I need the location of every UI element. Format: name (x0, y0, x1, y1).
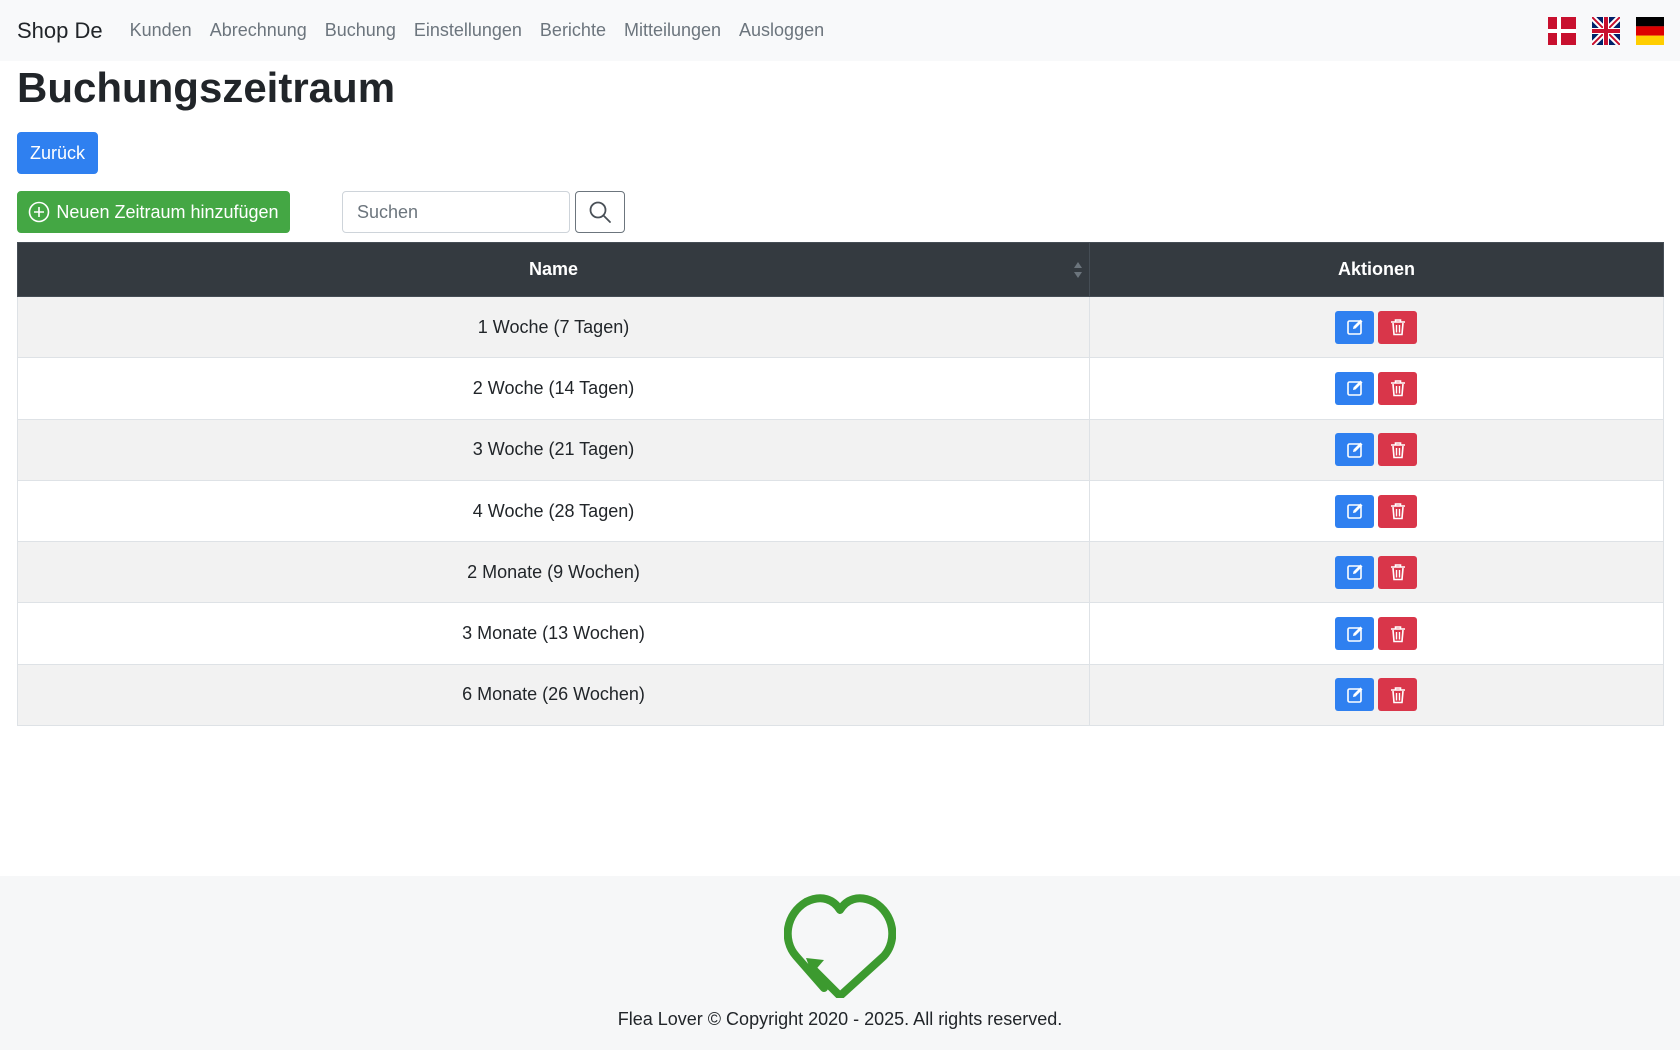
edit-icon (1346, 380, 1362, 397)
add-period-button[interactable]: Neuen Zeitraum hinzufügen (17, 191, 290, 233)
uk-flag-icon[interactable] (1592, 17, 1620, 45)
page-title: Buchungszeitraum (17, 64, 396, 111)
edit-icon (1346, 564, 1362, 581)
nav-link-mitteilungen[interactable]: Mitteilungen (624, 20, 721, 41)
copyright-text: Flea Lover © Copyright 2020 - 2025. All … (617, 1009, 1063, 1029)
back-button[interactable]: Zurück (17, 132, 98, 174)
edit-icon (1346, 626, 1362, 642)
denmark-flag-icon[interactable] (1548, 17, 1576, 45)
trash-icon (1390, 503, 1405, 520)
row-actions (1089, 663, 1664, 727)
search-icon (589, 201, 611, 223)
germany-flag-icon[interactable] (1636, 17, 1664, 45)
row-actions (1089, 357, 1664, 420)
delete-button[interactable] (1378, 310, 1417, 344)
language-switcher (1548, 17, 1664, 45)
edit-button[interactable] (1335, 433, 1374, 467)
column-header-name[interactable]: Name (17, 242, 1090, 297)
sort-icon[interactable] (1073, 260, 1083, 280)
edit-icon (1346, 687, 1362, 703)
brand-link[interactable]: Shop De (17, 18, 103, 44)
table-row: 6 Monate (26 Wochen) (17, 663, 1664, 727)
column-header-actions: Aktionen (1089, 242, 1664, 297)
row-actions (1089, 418, 1664, 481)
nav-link-buchung[interactable]: Buchung (325, 20, 396, 41)
trash-icon (1390, 625, 1405, 642)
trash-icon (1390, 441, 1405, 459)
table-row: 3 Monate (13 Wochen) (17, 602, 1664, 665)
column-header-name-label: Name (528, 259, 579, 279)
edit-icon (1346, 503, 1362, 519)
table-row: 1 Woche (7 Tagen) (17, 295, 1664, 359)
heart-recycle-logo-icon (784, 894, 896, 998)
trash-icon (1390, 564, 1405, 581)
search-button[interactable] (575, 191, 625, 233)
period-name: 3 Woche (21 Tagen) (17, 418, 1090, 481)
delete-button[interactable] (1378, 617, 1417, 651)
row-actions (1089, 541, 1664, 604)
edit-button[interactable] (1335, 371, 1374, 405)
row-actions (1089, 479, 1664, 543)
nav-link-abrechnung[interactable]: Abrechnung (210, 20, 307, 41)
periods-table: Name Aktionen 1 Woche (7 Tagen) 2 Woche (… (17, 242, 1664, 727)
period-name: 2 Monate (9 Wochen) (17, 541, 1090, 604)
nav-link-ausloggen[interactable]: Ausloggen (739, 20, 824, 41)
delete-button[interactable] (1378, 555, 1417, 589)
edit-button[interactable] (1335, 678, 1374, 712)
nav-link-einstellungen[interactable]: Einstellungen (414, 20, 522, 41)
period-name: 6 Monate (26 Wochen) (17, 663, 1090, 727)
row-actions (1089, 295, 1664, 359)
row-actions (1089, 602, 1664, 665)
search-input[interactable] (342, 191, 570, 233)
edit-button[interactable] (1335, 555, 1374, 589)
nav-link-berichte[interactable]: Berichte (540, 20, 606, 41)
period-name: 4 Woche (28 Tagen) (17, 479, 1090, 543)
delete-button[interactable] (1378, 371, 1417, 405)
period-name: 3 Monate (13 Wochen) (17, 602, 1090, 665)
plus-circle-icon (29, 201, 50, 223)
trash-icon (1390, 687, 1405, 704)
delete-button[interactable] (1378, 494, 1417, 528)
table-row: 4 Woche (28 Tagen) (17, 479, 1664, 543)
table-row: 2 Woche (14 Tagen) (17, 357, 1664, 420)
edit-icon (1346, 442, 1362, 458)
edit-icon (1346, 319, 1362, 335)
trash-icon (1390, 380, 1405, 397)
delete-button[interactable] (1378, 678, 1417, 712)
edit-button[interactable] (1335, 494, 1374, 528)
trash-icon (1390, 319, 1405, 336)
period-name: 1 Woche (7 Tagen) (17, 295, 1090, 359)
add-period-label: Neuen Zeitraum hinzufügen (56, 201, 279, 222)
table-row: 3 Woche (21 Tagen) (17, 418, 1664, 481)
edit-button[interactable] (1335, 310, 1374, 344)
delete-button[interactable] (1378, 433, 1417, 467)
navbar: Shop De Kunden Abrechnung Buchung Einste… (0, 0, 1680, 61)
table-row: 2 Monate (9 Wochen) (17, 541, 1664, 604)
edit-button[interactable] (1335, 617, 1374, 651)
nav-link-kunden[interactable]: Kunden (130, 20, 192, 41)
period-name: 2 Woche (14 Tagen) (17, 357, 1090, 420)
